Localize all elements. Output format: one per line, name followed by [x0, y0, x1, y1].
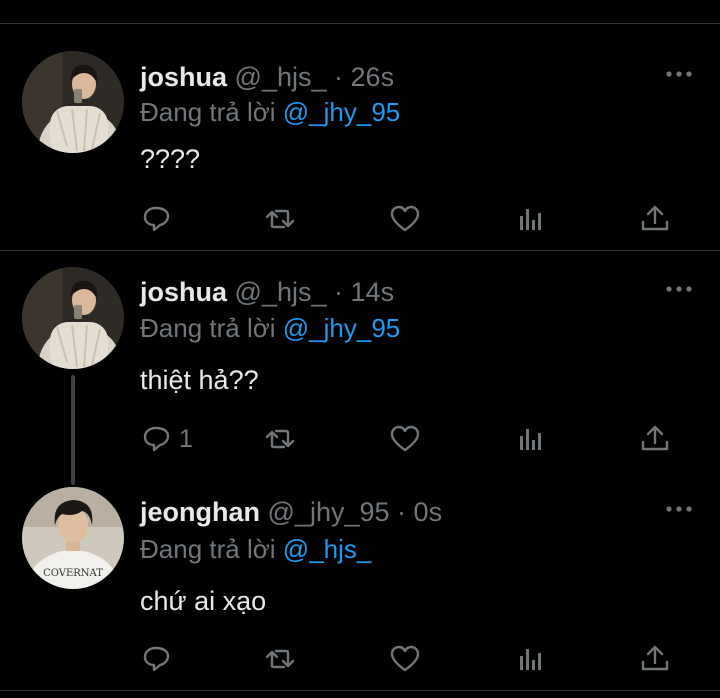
more-icon[interactable] [665, 69, 693, 79]
mention-link[interactable]: @_jhy_95 [283, 97, 400, 127]
display-name[interactable]: joshua [140, 62, 227, 92]
retweet-icon [265, 209, 295, 229]
tweet[interactable]: jeonghan @_jhy_95 · 0s Đang trả lời @_hj… [0, 473, 720, 685]
tweet-actions [0, 201, 720, 237]
tweet-actions: 1 [0, 421, 720, 457]
retweet-button[interactable] [264, 201, 296, 237]
like-button[interactable] [389, 641, 421, 677]
user-handle[interactable]: @_jhy_95 [268, 497, 390, 527]
share-button[interactable] [639, 641, 671, 677]
replying-to-label: Đang trả lời [140, 313, 276, 343]
like-button[interactable] [389, 421, 421, 457]
reply-icon [143, 206, 170, 232]
replying-to: Đang trả lời @_jhy_95 [140, 312, 400, 344]
timestamp[interactable]: 26s [351, 62, 395, 92]
views-icon [520, 209, 541, 230]
joshua-avatar-image [22, 51, 124, 153]
separator-dot: · [334, 62, 344, 92]
views-icon [520, 429, 541, 450]
joshua-avatar-image [22, 267, 124, 369]
replying-to: Đang trả lời @_jhy_95 [140, 96, 400, 128]
share-button[interactable] [639, 201, 671, 237]
reply-button[interactable] [141, 201, 179, 237]
jeonghan-avatar-image [22, 487, 124, 589]
more-icon[interactable] [665, 504, 693, 514]
separator-dot: · [397, 497, 407, 527]
user-handle[interactable]: @_hjs_ [235, 277, 327, 307]
tweet-text: thiệt hả?? [140, 365, 259, 395]
retweet-button[interactable] [264, 641, 296, 677]
heart-icon [390, 425, 420, 452]
tweet-text: ???? [140, 144, 201, 174]
reply-icon [143, 426, 170, 452]
separator-dot: · [334, 277, 344, 307]
timestamp[interactable]: 14s [351, 277, 395, 307]
views-button[interactable] [515, 641, 547, 677]
tweet-header: joshua @_hjs_ · 14s [140, 276, 394, 308]
reply-button[interactable]: 1 [141, 421, 193, 457]
retweet-button[interactable] [264, 421, 296, 457]
share-icon [641, 205, 669, 231]
replying-to-label: Đang trả lời [140, 97, 276, 127]
like-button[interactable] [389, 201, 421, 237]
tweet[interactable]: joshua @_hjs_ · 14s Đang trả lời @_jhy_9… [0, 251, 720, 485]
reply-count: 1 [179, 424, 193, 453]
user-handle[interactable]: @_hjs_ [235, 62, 327, 92]
heart-icon [390, 205, 420, 232]
retweet-icon [265, 429, 295, 449]
avatar[interactable] [22, 487, 124, 589]
retweet-icon [265, 649, 295, 669]
divider [0, 690, 720, 691]
views-button[interactable] [515, 201, 547, 237]
heart-icon [390, 645, 420, 672]
display-name[interactable]: joshua [140, 277, 227, 307]
display-name[interactable]: jeonghan [140, 497, 260, 527]
tweet-header: jeonghan @_jhy_95 · 0s [140, 496, 442, 528]
divider [0, 23, 720, 24]
tweet-header: joshua @_hjs_ · 26s [140, 61, 394, 93]
replying-to: Đang trả lời @_hjs_ [140, 533, 371, 565]
share-icon [641, 645, 669, 671]
replying-to-label: Đang trả lời [140, 534, 276, 564]
share-icon [641, 425, 669, 451]
avatar[interactable] [22, 51, 124, 153]
reply-button[interactable] [141, 641, 179, 677]
share-button[interactable] [639, 421, 671, 457]
mention-link[interactable]: @_jhy_95 [283, 313, 400, 343]
tweet-text: chứ ai xạo [140, 586, 267, 616]
views-button[interactable] [515, 421, 547, 457]
tweet[interactable]: joshua @_hjs_ · 26s Đang trả lời @_jhy_9… [0, 25, 720, 250]
avatar[interactable] [22, 267, 124, 369]
tweet-actions [0, 641, 720, 677]
more-icon[interactable] [665, 284, 693, 294]
timestamp[interactable]: 0s [414, 497, 443, 527]
views-icon [520, 649, 541, 670]
reply-icon [143, 646, 170, 672]
mention-link[interactable]: @_hjs_ [283, 534, 372, 564]
